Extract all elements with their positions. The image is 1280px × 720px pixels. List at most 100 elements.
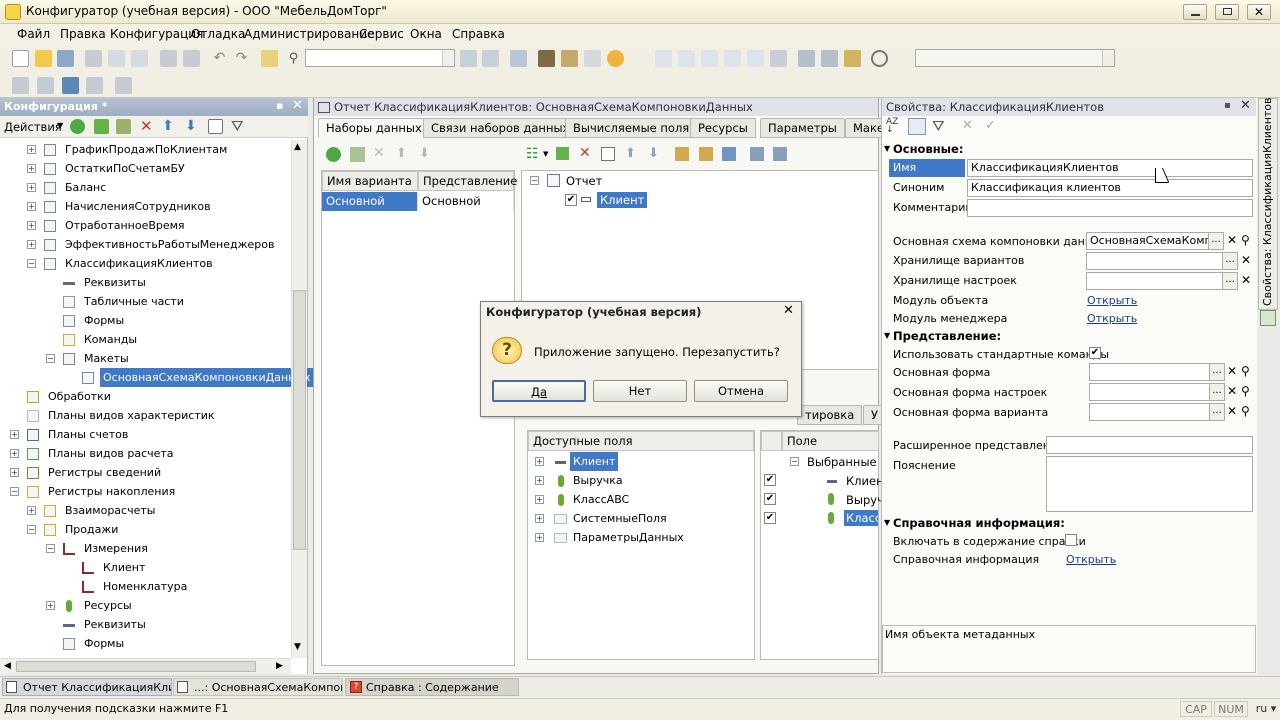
- expand-toggle-icon[interactable]: +: [10, 430, 19, 439]
- structure-level-up-icon[interactable]: [675, 147, 689, 161]
- tree-item[interactable]: Клиент: [0, 558, 291, 577]
- restore-button[interactable]: [1215, 4, 1239, 20]
- selected-revenue-checkbox[interactable]: ✔: [764, 493, 776, 505]
- expand-toggle-icon[interactable]: +: [27, 202, 36, 211]
- filter-combo[interactable]: [915, 49, 1115, 67]
- add-icon[interactable]: [70, 119, 85, 134]
- tab-calculated-fields[interactable]: Вычисляемые поля: [565, 118, 698, 138]
- tab-datasets[interactable]: Наборы данных: [318, 118, 430, 138]
- structure-collapse-toggle[interactable]: −: [530, 176, 539, 185]
- tree-item[interactable]: Формы: [0, 311, 291, 330]
- run-icon[interactable]: [115, 77, 132, 94]
- variants-col-presentation[interactable]: Представление: [418, 171, 517, 191]
- properties-icon[interactable]: [208, 119, 223, 134]
- tab-ordering[interactable]: тировка: [797, 405, 863, 425]
- redo-icon[interactable]: ↷: [233, 50, 250, 67]
- menu-file[interactable]: Файл: [17, 27, 50, 41]
- tree-item[interactable]: + Планы видов расчета: [0, 444, 291, 463]
- close-panel-icon[interactable]: ✕: [292, 98, 303, 113]
- include-help-checkbox[interactable]: [1065, 534, 1077, 546]
- task-dcs-window[interactable]: ...: ОсновнаяСхемаКомпон...: [173, 678, 343, 696]
- variant-form-select-button[interactable]: ...: [1209, 403, 1225, 421]
- menu-configuration[interactable]: Конфигурация: [110, 27, 203, 41]
- comment-field[interactable]: [967, 199, 1253, 217]
- variants-storage-field[interactable]: [1086, 252, 1224, 270]
- expand-toggle-icon[interactable]: +: [27, 183, 36, 192]
- print-preview-icon[interactable]: [183, 50, 200, 67]
- settings-form-open-icon[interactable]: ⚲: [1241, 384, 1250, 398]
- pin-icon[interactable]: ▪: [276, 99, 283, 112]
- main-dcs-select-button[interactable]: ...: [1208, 232, 1224, 250]
- tree-item[interactable]: Номенклатура: [0, 577, 291, 596]
- variants-storage-clear-icon[interactable]: ✕: [1241, 253, 1251, 267]
- tree-item[interactable]: + Взаиморасчеты: [0, 501, 291, 520]
- available-field-item[interactable]: + Клиент: [528, 452, 754, 471]
- main-form-open-icon[interactable]: ⚲: [1241, 364, 1250, 378]
- expand-toggle-icon[interactable]: +: [535, 457, 544, 466]
- new-document-icon[interactable]: [12, 50, 29, 67]
- available-field-item[interactable]: + Выручка: [528, 471, 754, 490]
- tab-dataset-links[interactable]: Связи наборов данных: [423, 118, 578, 138]
- task-report-window[interactable]: Отчет КлассификацияКлие...: [2, 678, 172, 696]
- tab-resources[interactable]: Ресурсы: [690, 118, 756, 138]
- ext-presentation-field[interactable]: [1046, 436, 1253, 454]
- expand-toggle-icon[interactable]: +: [535, 495, 544, 504]
- expand-toggle-icon[interactable]: +: [535, 514, 544, 523]
- tree-item[interactable]: Реквизиты: [0, 273, 291, 292]
- task-help-window[interactable]: Справка : Содержание: [345, 678, 519, 696]
- expand-toggle-icon[interactable]: +: [46, 601, 55, 610]
- info-icon[interactable]: [607, 50, 624, 67]
- selected-fields-collapse-toggle[interactable]: −: [790, 457, 799, 466]
- tree-item[interactable]: + Ресурсы: [0, 596, 291, 615]
- manager-module-open-link[interactable]: Открыть: [1087, 312, 1137, 325]
- chevron-down-icon[interactable]: ▼: [57, 121, 63, 130]
- settings-form-field[interactable]: [1089, 383, 1211, 401]
- expand-toggle-icon[interactable]: +: [27, 164, 36, 173]
- available-field-item[interactable]: + СистемныеПоля: [528, 509, 754, 528]
- tree-item[interactable]: + ОтработанноеВремя: [0, 216, 291, 235]
- collapse-triangle-icon[interactable]: ▼: [884, 144, 890, 153]
- tree-item[interactable]: Реквизиты: [0, 615, 291, 634]
- structure-up-icon[interactable]: ⬆: [625, 146, 636, 161]
- find-in-tree-icon[interactable]: [261, 50, 278, 67]
- debug-run-to-icon[interactable]: [747, 50, 764, 67]
- expand-toggle-icon[interactable]: +: [27, 506, 36, 515]
- compare-icon[interactable]: [37, 77, 54, 94]
- expand-toggle-icon[interactable]: +: [27, 145, 36, 154]
- tree-item[interactable]: + ЭффективностьРаботыМенеджеров: [0, 235, 291, 254]
- tree-item[interactable]: Обработки: [0, 387, 291, 406]
- main-form-clear-icon[interactable]: ✕: [1227, 364, 1237, 378]
- collapse-triangle-icon[interactable]: ▼: [884, 518, 890, 527]
- structure-down-icon[interactable]: ⬇: [648, 146, 659, 161]
- selected-class-checkbox[interactable]: ✔: [764, 512, 776, 524]
- settings-form-clear-icon[interactable]: ✕: [1227, 384, 1237, 398]
- tab-parameters[interactable]: Параметры: [760, 118, 845, 138]
- paste-icon[interactable]: [131, 50, 148, 67]
- actions-menu[interactable]: Действия: [4, 120, 62, 134]
- menu-debug[interactable]: Отладка: [191, 27, 245, 41]
- structure-edit-icon[interactable]: [556, 147, 569, 160]
- delete-variant-icon[interactable]: ✕: [373, 145, 385, 161]
- dialog-close-button[interactable]: ✕: [783, 303, 794, 318]
- yes-button[interactable]: Да: [492, 380, 586, 402]
- cancel-button[interactable]: Отмена: [694, 380, 788, 402]
- sort-alpha-icon[interactable]: AZ ↓: [886, 118, 902, 135]
- undo-icon[interactable]: ↶: [211, 50, 228, 67]
- tree-item[interactable]: − Регистры накопления: [0, 482, 291, 501]
- add-variant-icon[interactable]: [326, 147, 341, 162]
- available-field-item[interactable]: + ПараметрыДанных: [528, 528, 754, 547]
- language-indicator[interactable]: ru ▾: [1254, 701, 1278, 717]
- print-icon[interactable]: [160, 50, 177, 67]
- main-dcs-field[interactable]: ОсновнаяСхемаКомпон: [1086, 232, 1210, 250]
- structure-report-node[interactable]: Отчет: [566, 174, 602, 188]
- structure-delete-icon[interactable]: ✕: [579, 145, 591, 161]
- structure-expand-icon[interactable]: [750, 147, 764, 161]
- structure-client-checkbox[interactable]: ✔: [565, 194, 577, 206]
- main-dcs-open-icon[interactable]: ⚲: [1241, 233, 1250, 247]
- find-next-icon[interactable]: [460, 50, 477, 67]
- copy-item-icon[interactable]: [116, 119, 131, 134]
- tree-item[interactable]: + НачисленияСотрудников: [0, 197, 291, 216]
- selected-revenue-field[interactable]: Выруч: [846, 493, 884, 507]
- main-form-select-button[interactable]: ...: [1209, 363, 1225, 381]
- delete-icon[interactable]: ✕: [140, 117, 153, 135]
